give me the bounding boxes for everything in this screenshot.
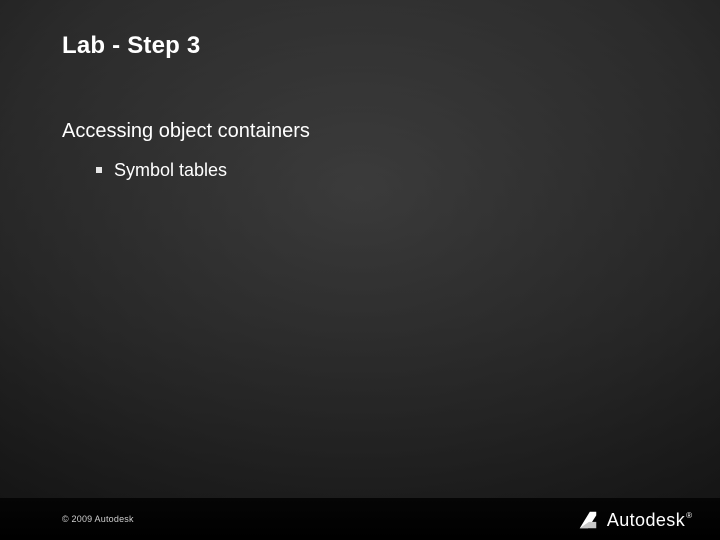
bullet-list: Symbol tables [96,158,660,196]
bullet-text: Symbol tables [114,158,227,182]
slide-title: Lab - Step 3 [62,32,200,60]
slide-subtitle: Accessing object containers [62,120,310,143]
slide: Lab - Step 3 Accessing object containers… [0,0,720,540]
registered-mark: ® [686,511,692,520]
brand-logo-text: Autodesk® [607,510,692,531]
autodesk-logo-icon [577,509,599,531]
brand-logo: Autodesk® [577,509,692,531]
copyright-text: © 2009 Autodesk [62,514,134,524]
bullet-item: Symbol tables [96,158,660,182]
logo-text: Autodesk [607,510,685,530]
square-bullet-icon [96,167,102,173]
